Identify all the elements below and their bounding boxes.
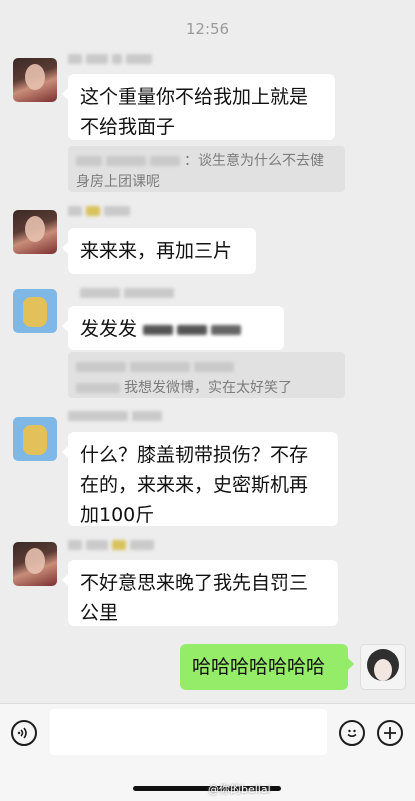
sender-name-blurred bbox=[68, 204, 134, 218]
message-bubble[interactable]: 不好意思来晚了我先自罚三公里 bbox=[62, 560, 338, 626]
message-text: 什么？膝盖韧带损伤？不存在的，来来来，史密斯机再加100斤 bbox=[80, 444, 309, 526]
add-icon[interactable] bbox=[377, 720, 403, 746]
sender-name-blurred bbox=[68, 52, 156, 66]
message-text: 来来来，再加三片 bbox=[80, 240, 233, 262]
message-bubble-self[interactable]: 哈哈哈哈哈哈哈 bbox=[180, 644, 354, 690]
message-bubble[interactable]: 来来来，再加三片 bbox=[62, 228, 256, 274]
quoted-message[interactable]: ：谈生意为什么不去健身房上团课呢 bbox=[68, 146, 345, 192]
watermark: @你的bellal bbox=[208, 783, 271, 796]
message-bubble[interactable]: 发发发 bbox=[62, 306, 284, 350]
message-input[interactable] bbox=[50, 709, 327, 755]
message-bubble[interactable]: 这个重量你不给我加上就是不给我面子 bbox=[62, 74, 335, 140]
message-text: 这个重量你不给我加上就是不给我面子 bbox=[80, 86, 309, 138]
avatar[interactable] bbox=[13, 542, 57, 586]
avatar-self[interactable] bbox=[360, 644, 406, 690]
status-time: 12:56 bbox=[185, 20, 230, 38]
message-text: 不好意思来晚了我先自罚三公里 bbox=[80, 572, 309, 624]
message-bubble[interactable]: 什么？膝盖韧带损伤？不存在的，来来来，史密斯机再加100斤 bbox=[62, 432, 338, 526]
quoted-message[interactable]: 我想发微博，实在太好笑了 bbox=[68, 352, 345, 398]
emoji-icon[interactable] bbox=[339, 720, 365, 746]
message-text: 哈哈哈哈哈哈哈 bbox=[192, 656, 326, 678]
sender-name-blurred bbox=[68, 538, 158, 552]
sender-name-blurred bbox=[68, 409, 166, 423]
quoted-text: 我想发微博，实在太好笑了 bbox=[124, 380, 292, 396]
avatar[interactable] bbox=[13, 289, 57, 333]
sender-name-blurred bbox=[80, 286, 178, 300]
avatar[interactable] bbox=[13, 58, 57, 102]
voice-icon[interactable] bbox=[11, 720, 37, 746]
avatar[interactable] bbox=[13, 210, 57, 254]
message-text: 发发发 bbox=[80, 318, 138, 340]
avatar[interactable] bbox=[13, 417, 57, 461]
